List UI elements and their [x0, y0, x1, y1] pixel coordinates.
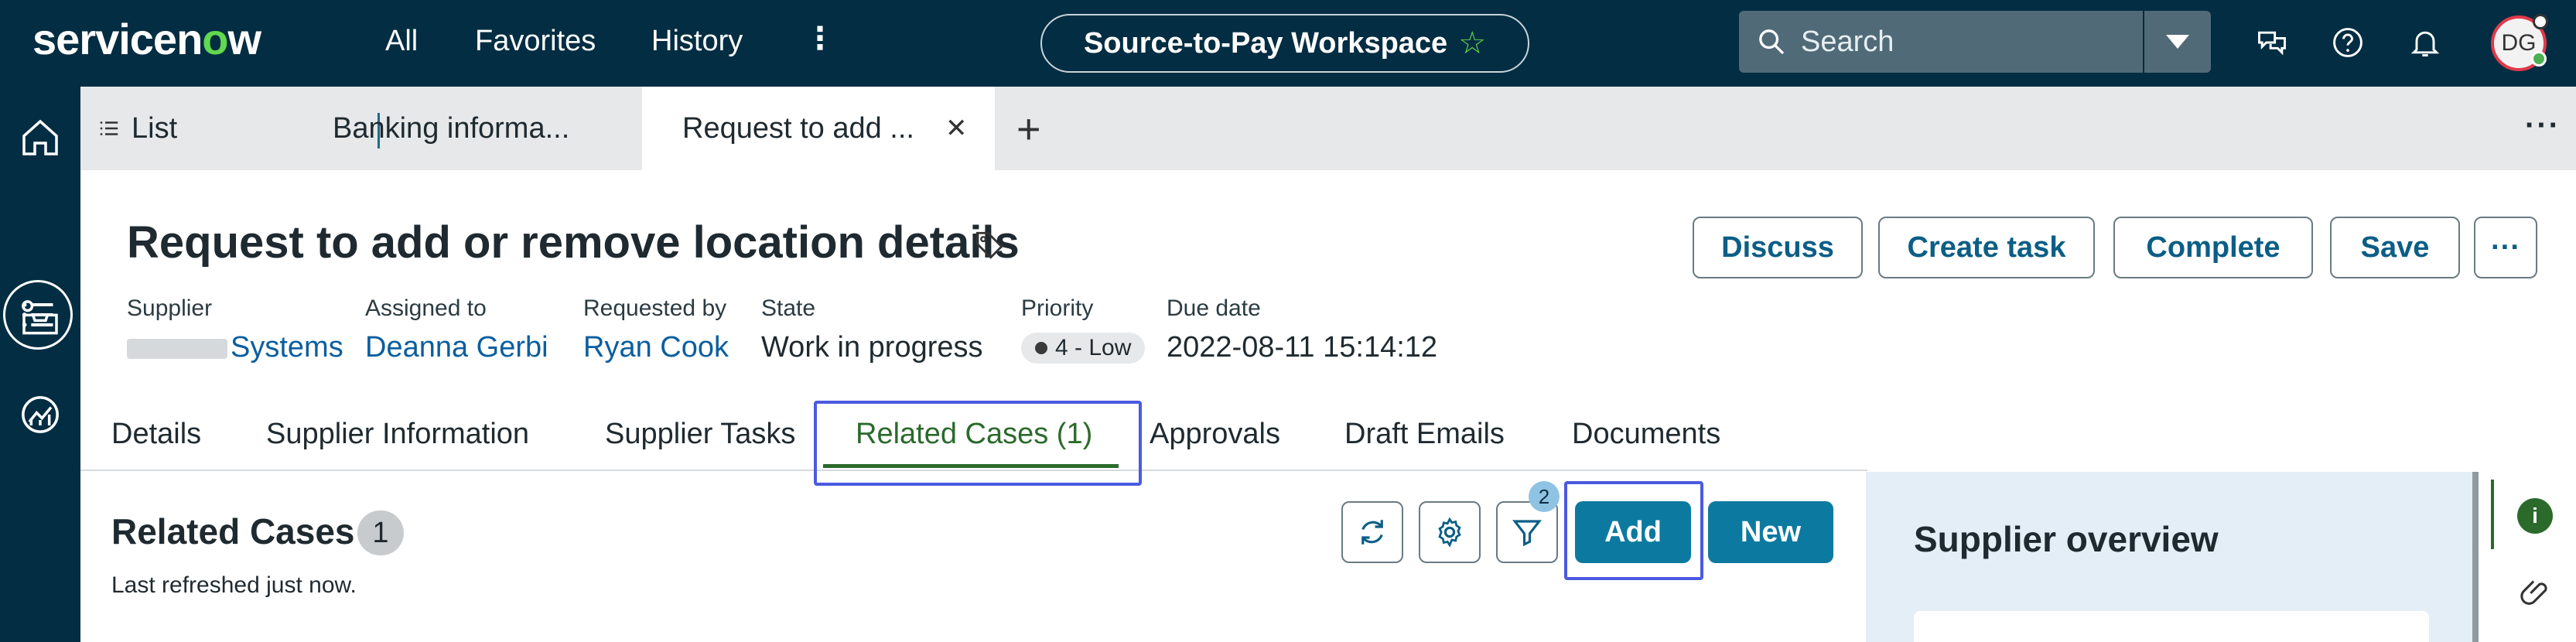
nav-favorites[interactable]: Favorites — [475, 25, 596, 58]
inbox-icon[interactable] — [17, 295, 63, 342]
search-icon — [1759, 29, 1785, 55]
supplier-label: Supplier — [127, 295, 213, 321]
redacted-text — [127, 338, 227, 359]
search-scope-dropdown[interactable] — [2144, 11, 2211, 73]
analytics-icon[interactable] — [17, 391, 63, 438]
workspace-switcher[interactable]: Source-to-Pay Workspace ☆ — [1040, 14, 1529, 73]
requested-by-link[interactable]: Ryan Cook — [583, 331, 729, 364]
tab-details[interactable]: Details — [111, 418, 201, 451]
highlight-box-add-button — [1564, 481, 1703, 580]
more-menu-icon[interactable]: ⋮ — [805, 23, 835, 54]
search-input[interactable]: Search — [1801, 26, 1894, 59]
nav-all[interactable]: All — [385, 25, 418, 58]
complete-button[interactable]: Complete — [2113, 217, 2313, 278]
filter-count-badge: 2 — [1529, 481, 1560, 512]
tab-label: Banking informa... — [333, 111, 570, 145]
nav-history[interactable]: History — [651, 25, 743, 58]
assigned-to-label: Assigned to — [365, 295, 487, 321]
tab-documents[interactable]: Documents — [1572, 418, 1720, 451]
more-tabs-icon[interactable]: ··· — [2525, 108, 2561, 143]
tab-list[interactable]: List — [97, 87, 177, 170]
more-actions-button[interactable]: ··· — [2474, 217, 2537, 278]
global-search[interactable]: Search — [1739, 11, 2143, 73]
filter-icon — [1512, 520, 1542, 547]
refresh-icon — [1361, 520, 1383, 545]
create-task-button[interactable]: Create task — [1878, 217, 2095, 278]
tab-supplier-information[interactable]: Supplier Information — [266, 418, 529, 451]
supplier-overview-panel: Supplier overview — [1866, 472, 2472, 642]
priority-dot-icon — [1035, 342, 1047, 354]
tab-approvals[interactable]: Approvals — [1150, 418, 1280, 451]
favorite-star-icon[interactable]: ☆ — [1458, 26, 1486, 61]
gear-icon — [1438, 517, 1461, 548]
servicenow-logo[interactable]: servicenow — [32, 14, 261, 64]
requested-by-label: Requested by — [583, 295, 727, 321]
record-title: Request to add or remove location detail… — [127, 217, 1020, 268]
last-refreshed-text: Last refreshed just now. — [111, 572, 357, 598]
assigned-to-link[interactable]: Deanna Gerbi — [365, 331, 548, 364]
settings-button[interactable] — [1419, 501, 1481, 563]
top-navigation-bar: servicenow All Favorites History ⋮ Sourc… — [0, 0, 2576, 87]
add-tab-icon[interactable]: + — [1016, 105, 1041, 153]
notifications-bell-icon[interactable] — [2406, 23, 2444, 62]
tab-request-location-details[interactable]: Request to add ... ✕ — [642, 87, 995, 170]
help-icon[interactable] — [2328, 23, 2367, 62]
tag-icon[interactable] — [973, 229, 1006, 261]
save-button[interactable]: Save — [2330, 217, 2460, 278]
priority-badge: 4 - Low — [1021, 333, 1146, 364]
priority-label: Priority — [1021, 295, 1094, 321]
list-icon — [100, 121, 118, 135]
related-cases-heading: Related Cases — [111, 511, 355, 552]
contextual-side-rail — [2485, 472, 2576, 642]
state-value: Work in progress — [761, 331, 983, 364]
workspace-tab-strip: List Banking informa... ✕ Request to add… — [80, 87, 2576, 170]
supplier-overview-heading: Supplier overview — [1914, 519, 2219, 559]
refresh-button[interactable] — [1341, 501, 1403, 563]
state-label: State — [761, 295, 816, 321]
user-avatar[interactable]: DG — [2491, 14, 2548, 71]
discuss-button[interactable]: Discuss — [1693, 217, 1863, 278]
presence-status-badge — [2531, 51, 2547, 67]
info-icon[interactable]: i — [2517, 498, 2553, 534]
chevron-down-icon — [2166, 35, 2189, 49]
tab-draft-emails[interactable]: Draft Emails — [1344, 418, 1505, 451]
panel-scrollbar[interactable] — [2472, 472, 2479, 642]
avatar-notification-badge — [2533, 14, 2548, 29]
supplier-overview-card — [1914, 611, 2429, 642]
home-icon[interactable] — [17, 114, 63, 161]
due-date-label: Due date — [1167, 295, 1261, 321]
supplier-link[interactable]: Systems — [127, 331, 343, 364]
new-button[interactable]: New — [1708, 501, 1833, 563]
active-rail-indicator — [2491, 480, 2494, 549]
close-icon[interactable]: ✕ — [945, 113, 968, 144]
attachment-paperclip-icon[interactable] — [2519, 574, 2554, 610]
left-sidebar-rail — [0, 87, 80, 642]
related-cases-count-badge: 1 — [357, 511, 404, 555]
chat-icon[interactable] — [2253, 23, 2291, 62]
workspace-title: Source-to-Pay Workspace — [1083, 26, 1448, 60]
highlight-box-related-cases-tab — [814, 401, 1142, 486]
tab-supplier-tasks[interactable]: Supplier Tasks — [605, 418, 795, 451]
tab-label: Request to add ... — [682, 111, 914, 145]
due-date-value: 2022-08-11 15:14:12 — [1167, 331, 1438, 364]
